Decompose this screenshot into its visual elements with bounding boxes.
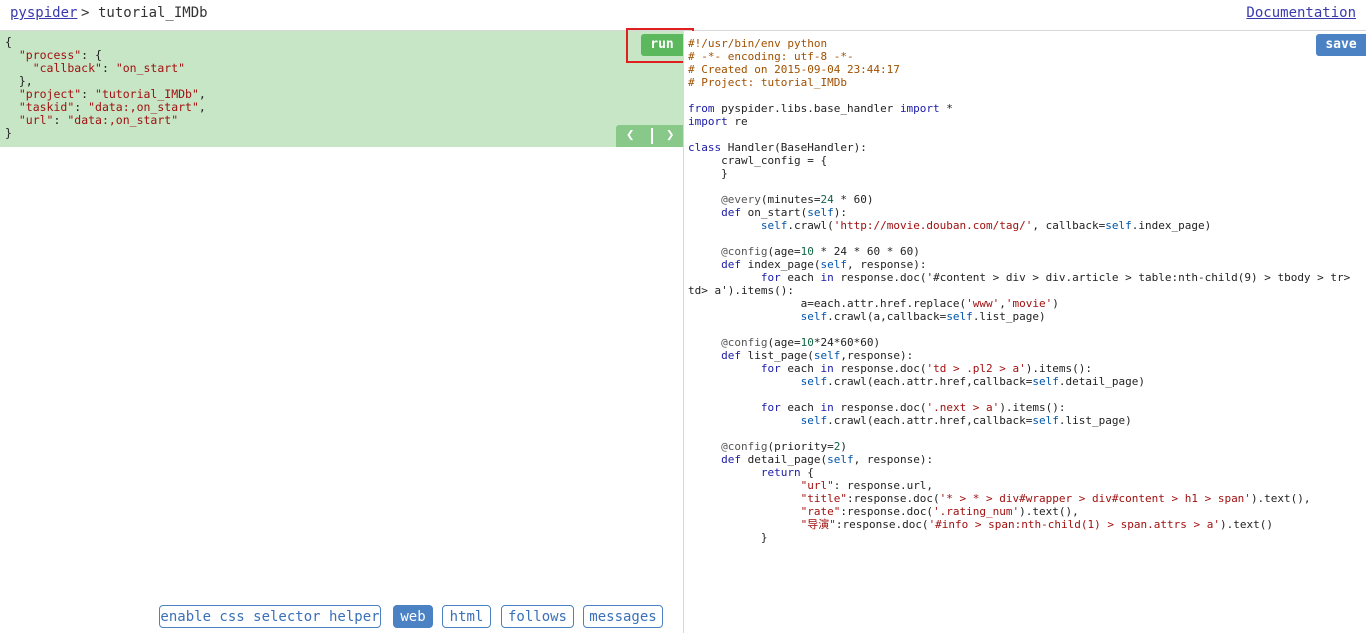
chevron-left-icon[interactable]: ❮ [626,127,634,143]
breadcrumb-project: tutorial_IMDb [98,5,208,21]
code-text[interactable]: #!/usr/bin/env python # -*- encoding: ut… [688,37,1350,544]
code-editor[interactable]: #!/usr/bin/env python # -*- encoding: ut… [684,31,1366,633]
save-button[interactable]: save [1316,34,1366,56]
tab-html[interactable]: html [442,605,491,628]
tab-follows[interactable]: follows [501,605,574,628]
top-bar: pyspider > tutorial_IMDb Documentation [0,0,1366,31]
chevron-right-icon[interactable]: ❯ [666,127,674,143]
breadcrumb-separator: > [81,5,90,21]
debug-pane: { "process": { "callback": "on_start" },… [0,28,694,633]
run-button[interactable]: run [641,34,683,56]
task-json[interactable]: { "process": { "callback": "on_start" },… [5,36,206,140]
task-panel[interactable]: { "process": { "callback": "on_start" },… [0,28,694,147]
tab-messages[interactable]: messages [583,605,663,628]
breadcrumb-root-link[interactable]: pyspider [10,5,77,21]
documentation-link[interactable]: Documentation [1246,5,1356,21]
nav-divider [651,128,653,144]
tab-css-selector-helper[interactable]: enable css selector helper [159,605,381,628]
tab-web[interactable]: web [393,605,433,628]
task-nav: ❮ ❯ [616,125,683,147]
